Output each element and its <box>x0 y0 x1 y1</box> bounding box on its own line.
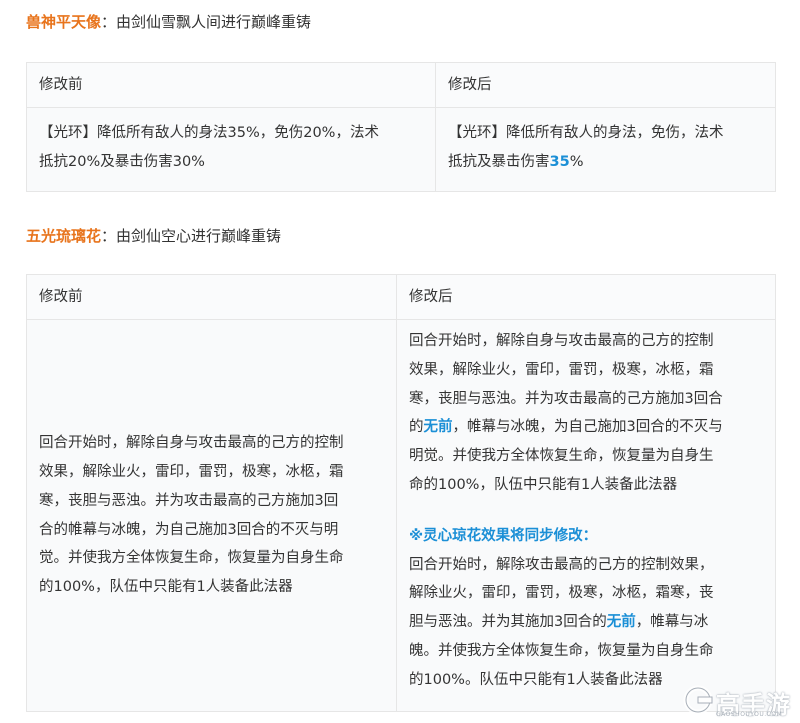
highlight-keyword: 无前 <box>606 614 636 631</box>
header-after: 修改后 <box>435 62 776 108</box>
comparison-table-2: 修改前 修改后 回合开始时，解除自身与攻击最高的己方的控制 效果，解除业火，雷印… <box>26 274 776 712</box>
text-line: 的100%，队伍中只能有1人装备此法器 <box>39 579 293 596</box>
text-line: 效果，解除业火，雷印，雷罚，极寒，冰柩，霜 <box>409 361 714 378</box>
text-line: 的无前，帷幕与冰魄，为自己施加3回合的不灭与 <box>409 413 763 442</box>
item-name: 兽神平天像 <box>26 13 102 31</box>
item-desc: ：由剑仙雪飘人间进行巅峰重铸 <box>101 13 312 31</box>
sync-note-title: ※灵心琼花效果将同步修改： <box>409 527 598 544</box>
text-line: 命的100%，队伍中只能有1人装备此法器 <box>409 476 678 493</box>
watermark-logo-icon <box>683 685 713 715</box>
table-row: 【光环】降低所有敌人的身法35%，免伤20%，法术 抵抗20%及暴击伤害30% … <box>26 107 776 192</box>
text-line: 明觉。并使我方全体恢复生命，恢复量为自身生 <box>409 448 714 465</box>
text-segment: ，帷幕与冰魄，为自己施加3回合的不灭与 <box>452 419 723 436</box>
text-line: 回合开始时，解除自身与攻击最高的己方的控制 <box>409 333 714 349</box>
text-segment: 抵抗及暴击伤害 <box>448 153 550 170</box>
item-desc: ：由剑仙空心进行巅峰重铸 <box>101 227 282 245</box>
text-line: 寒，丧胆与恶浊。并为攻击最高的己方施加3回 <box>39 492 339 509</box>
comparison-table-1: 修改前 修改后 【光环】降低所有敌人的身法35%，免伤20%，法术 抵抗20%及… <box>26 62 776 192</box>
text-line: 合的帷幕与冰魄，为自己施加3回合的不灭与明 <box>39 521 339 538</box>
text-segment: ，帷幕与冰 <box>635 614 709 631</box>
text-line: 解除业火，雷印，雷罚，极寒，冰柩，霜寒，丧 <box>409 585 714 602</box>
text-segment: 的 <box>409 419 424 436</box>
text-segment: % <box>569 153 584 170</box>
table-header-row: 修改前 修改后 <box>26 62 776 108</box>
text-line: 寒，丧胆与恶浊。并为攻击最高的己方施加3回合 <box>409 390 723 407</box>
table-row: 回合开始时，解除自身与攻击最高的己方的控制 效果，解除业火，雷印，雷罚，极寒，冰… <box>26 319 776 712</box>
text-line: 抵抗20%及暴击伤害30% <box>39 153 205 170</box>
text-segment: 胆与恶浊。并为其施加3回合的 <box>409 614 607 631</box>
cell-before: 【光环】降低所有敌人的身法35%，免伤20%，法术 抵抗20%及暴击伤害30% <box>26 107 436 192</box>
section-title-1: 兽神平天像：由剑仙雪飘人间进行巅峰重铸 <box>26 12 311 32</box>
text-line: 胆与恶浊。并为其施加3回合的无前，帷幕与冰 <box>409 608 763 637</box>
highlight-value: 35 <box>549 153 570 170</box>
text-line: 【光环】降低所有敌人的身法35%，免伤20%，法术 <box>39 125 379 141</box>
text-line: 魄。并使我方全体恢复生命，恢复量为自身生命 <box>409 642 714 659</box>
table-header-row: 修改前 修改后 <box>26 274 776 320</box>
text-line: 效果，解除业火，雷印，雷罚，极寒，冰柩，霜 <box>39 463 344 480</box>
watermark-subtext: GAOSHOUYOU.COM <box>716 711 783 718</box>
site-watermark: 高手游 GAOSHOUYOU.COM <box>682 683 794 719</box>
text-line: 回合开始时，解除攻击最高的己方的控制效果， <box>409 556 714 573</box>
header-before: 修改前 <box>26 62 436 108</box>
cell-after: 【光环】降低所有敌人的身法，免伤，法术 抵抗及暴击伤害35% <box>435 107 776 192</box>
text-line: 觉。并使我方全体恢复生命，恢复量为自身生命 <box>39 550 344 567</box>
text-line: 回合开始时，解除自身与攻击最高的己方的控制 <box>39 435 344 452</box>
header-before: 修改前 <box>26 274 397 320</box>
item-name: 五光琉璃花 <box>26 227 102 245</box>
highlight-keyword: 无前 <box>423 419 453 436</box>
section-title-2: 五光琉璃花：由剑仙空心进行巅峰重铸 <box>26 226 281 246</box>
cell-before: 回合开始时，解除自身与攻击最高的己方的控制 效果，解除业火，雷印，雷罚，极寒，冰… <box>26 319 397 712</box>
text-line: 抵抗及暴击伤害35% <box>448 148 763 177</box>
text-line: 【光环】降低所有敌人的身法，免伤，法术 <box>448 125 724 141</box>
cell-after: 回合开始时，解除自身与攻击最高的己方的控制 效果，解除业火，雷印，雷罚，极寒，冰… <box>396 319 776 712</box>
header-after: 修改后 <box>396 274 776 320</box>
